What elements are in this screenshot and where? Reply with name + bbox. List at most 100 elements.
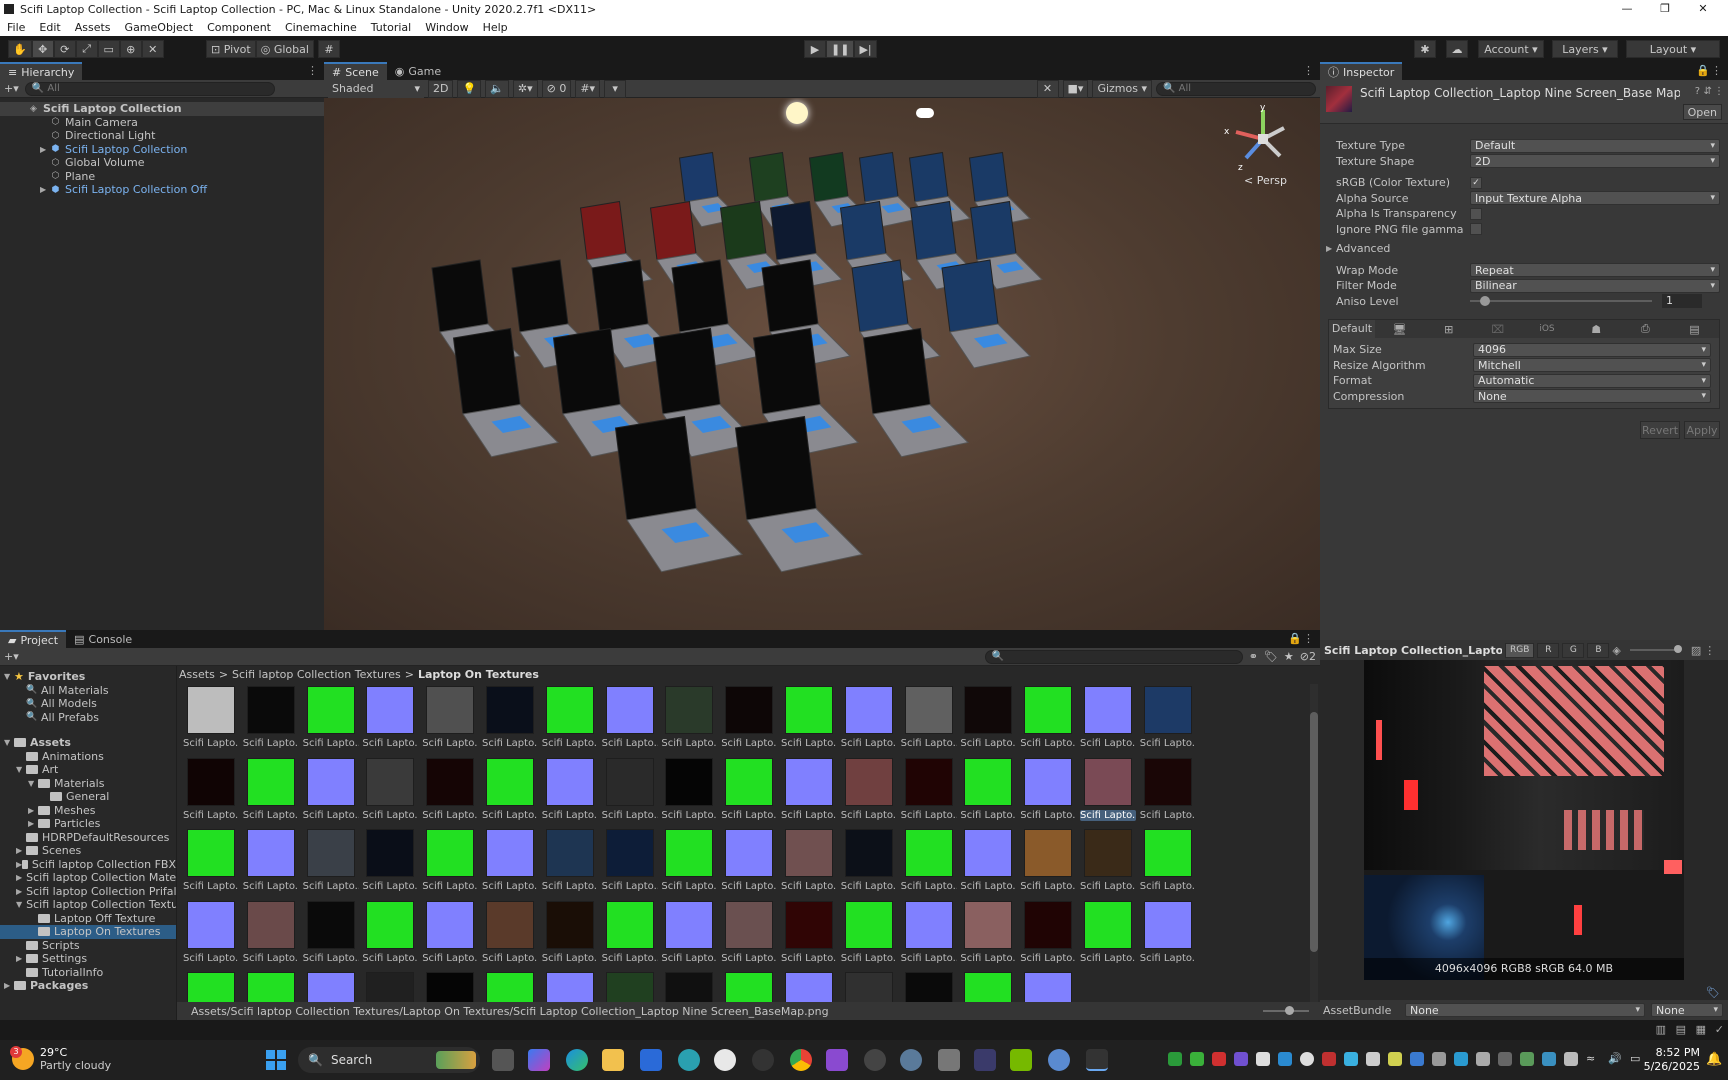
folder-tree-item[interactable]: Scripts — [0, 939, 176, 953]
tray-app-icon[interactable] — [1278, 1052, 1292, 1066]
label-tag-icon[interactable]: 🏷 — [1706, 986, 1720, 999]
tab-inspector[interactable]: ⓘ Inspector — [1320, 62, 1403, 80]
asset-thumbnail[interactable]: Scifi Lapto... — [1080, 829, 1136, 892]
asset-thumbnail[interactable]: Scifi Lapto... — [362, 829, 418, 892]
asset-thumbnail[interactable]: Scifi Lapto... — [901, 757, 957, 821]
app-icon[interactable] — [938, 1049, 960, 1071]
nvidia-icon[interactable] — [1010, 1049, 1032, 1071]
menu-window[interactable]: Window — [418, 21, 475, 34]
foldout-arrow-icon[interactable]: ▼ — [28, 779, 38, 788]
panel-menu-icon[interactable]: ⋮ — [1704, 644, 1715, 657]
progress-icon[interactable]: ▥ — [1656, 1023, 1666, 1036]
asset-thumbnail[interactable]: Scifi Lapto... — [243, 900, 299, 964]
menu-tutorial[interactable]: Tutorial — [364, 21, 418, 34]
search-by-type-icon[interactable]: ⚭ — [1249, 650, 1258, 663]
asset-thumbnail[interactable]: Scifi Lapto... — [781, 829, 837, 892]
filter-mode-dropdown[interactable]: Bilinear — [1470, 278, 1720, 293]
expand-arrow-icon[interactable]: ▶ — [40, 185, 50, 194]
play-icon[interactable]: ▶ — [804, 40, 826, 58]
tab-console[interactable]: ▤ Console — [66, 630, 140, 648]
asset-thumbnail[interactable]: Scifi Lapto... — [1140, 686, 1196, 749]
assetbundle-dropdown[interactable]: None — [1405, 1003, 1645, 1017]
asset-thumbnail[interactable] — [661, 972, 717, 1002]
asset-thumbnail[interactable]: Scifi Lapto... — [422, 829, 478, 892]
hidden-packages-toggle[interactable]: ⊘2 — [1300, 650, 1316, 663]
folder-tree-item[interactable]: ▼ Scifi laptop Collection Textu — [0, 898, 176, 912]
projection-label[interactable]: < Persp — [1244, 174, 1287, 187]
asset-thumbnail[interactable]: Scifi Lapto... — [542, 829, 598, 892]
asset-thumbnail[interactable]: Scifi Lapto... — [183, 829, 239, 892]
asset-thumbnail[interactable]: Scifi Lapto... — [243, 829, 299, 892]
tray-app-icon[interactable] — [1256, 1052, 1270, 1066]
asset-thumbnail[interactable]: Scifi Lapto... — [422, 686, 478, 749]
breadcrumb-item[interactable]: Assets — [179, 668, 215, 681]
rect-tool-icon[interactable]: ▭ — [97, 40, 120, 58]
tab-game[interactable]: ◉ Game — [387, 62, 449, 80]
app-icon[interactable] — [678, 1049, 700, 1071]
asset-thumbnail[interactable]: Scifi Lapto... — [1080, 757, 1136, 821]
minimize-button[interactable]: — — [1608, 0, 1646, 18]
asset-thumbnail[interactable] — [542, 972, 598, 1002]
project-search-input[interactable]: 🔍 — [984, 649, 1243, 664]
asset-thumbnail[interactable]: Scifi Lapto... — [841, 686, 897, 749]
layout-dropdown[interactable]: Layout ▾ — [1626, 40, 1720, 58]
max-size-dropdown[interactable]: 4096 — [1473, 342, 1711, 357]
account-dropdown[interactable]: Account ▾ — [1478, 40, 1544, 58]
asset-thumbnail[interactable]: Scifi Lapto... — [1080, 686, 1136, 749]
slider-handle[interactable] — [1480, 296, 1490, 307]
asset-thumbnail[interactable]: Scifi Lapto... — [183, 900, 239, 964]
app-icon[interactable] — [900, 1049, 922, 1071]
tray-app-icon[interactable] — [1410, 1052, 1424, 1066]
create-asset-button[interactable]: +▾ — [4, 650, 19, 663]
asset-thumbnail[interactable] — [362, 972, 418, 1002]
asset-thumbnail[interactable]: Scifi Lapto... — [542, 900, 598, 964]
ps-icon[interactable]: ⎙ — [1621, 322, 1670, 336]
asset-thumbnail[interactable]: Scifi Lapto... — [841, 829, 897, 892]
foldout-arrow-icon[interactable]: ▶ — [16, 846, 26, 855]
asset-thumbnail[interactable] — [841, 972, 897, 1002]
asset-scrollbar[interactable] — [1310, 684, 1318, 1002]
asset-thumbnail[interactable] — [781, 972, 837, 1002]
asset-thumbnail[interactable]: Scifi Lapto... — [303, 900, 359, 964]
asset-thumbnail[interactable]: Scifi Lapto... — [960, 900, 1016, 964]
tray-xbox-icon[interactable] — [1168, 1052, 1182, 1066]
effects-dropdown-icon[interactable]: ✲▾ — [512, 79, 538, 98]
asset-thumbnail[interactable]: Scifi Lapto... — [303, 686, 359, 749]
global-toggle[interactable]: ◎ Global — [255, 40, 314, 58]
asset-thumbnail[interactable] — [422, 972, 478, 1002]
channel-b[interactable]: B — [1587, 642, 1610, 658]
favorite-item[interactable]: 🔍 All Models — [0, 697, 176, 711]
scene-search-input[interactable]: 🔍 All — [1156, 81, 1316, 96]
texture-type-dropdown[interactable]: Default — [1470, 138, 1720, 153]
auto-generate-icon[interactable]: ✓ — [1715, 1023, 1724, 1036]
asset-thumbnail[interactable] — [303, 972, 359, 1002]
pivot-toggle[interactable]: ⊡ Pivot — [206, 40, 256, 58]
asset-thumbnail[interactable]: Scifi Lapto... — [243, 757, 299, 821]
mip-slider-handle[interactable] — [1673, 645, 1682, 653]
folder-tree-item[interactable]: General — [0, 790, 176, 804]
asset-thumbnail[interactable]: Scifi Lapto... — [482, 829, 538, 892]
foldout-arrow-icon[interactable]: ▼ — [16, 900, 22, 909]
menu-help[interactable]: Help — [476, 21, 515, 34]
context-menu-icon[interactable]: ⋮ — [1714, 86, 1724, 97]
channel-g[interactable]: G — [1562, 642, 1585, 658]
folder-tree-item[interactable]: ▶ Scenes — [0, 844, 176, 858]
asset-thumbnail[interactable]: Scifi Lapto... — [781, 686, 837, 749]
custom-tool-icon[interactable]: ✕ — [141, 40, 164, 58]
asset-thumbnail[interactable]: Scifi Lapto... — [303, 757, 359, 821]
task-view-icon[interactable] — [492, 1049, 514, 1071]
tab-scene[interactable]: # Scene — [324, 62, 387, 80]
app-icon[interactable] — [752, 1049, 774, 1071]
windows-store-icon[interactable]: ⊞ — [1424, 323, 1473, 336]
cloud-icon[interactable]: ☁ — [1446, 40, 1468, 58]
rotate-tool-icon[interactable]: ⟳ — [53, 40, 76, 58]
packages-root[interactable]: ▶ Packages — [0, 979, 176, 993]
orientation-gizmo[interactable]: y x z < Persp — [1218, 103, 1308, 187]
tray-app-icon[interactable] — [1322, 1052, 1336, 1066]
asset-thumbnail[interactable]: Scifi Lapto... — [602, 829, 658, 892]
file-explorer-icon[interactable] — [602, 1049, 624, 1071]
scale-tool-icon[interactable]: ⤢ — [75, 40, 98, 58]
menu-component[interactable]: Component — [200, 21, 278, 34]
asset-thumbnail[interactable] — [960, 972, 1016, 1002]
tab-hierarchy[interactable]: ≡ Hierarchy — [0, 62, 83, 80]
